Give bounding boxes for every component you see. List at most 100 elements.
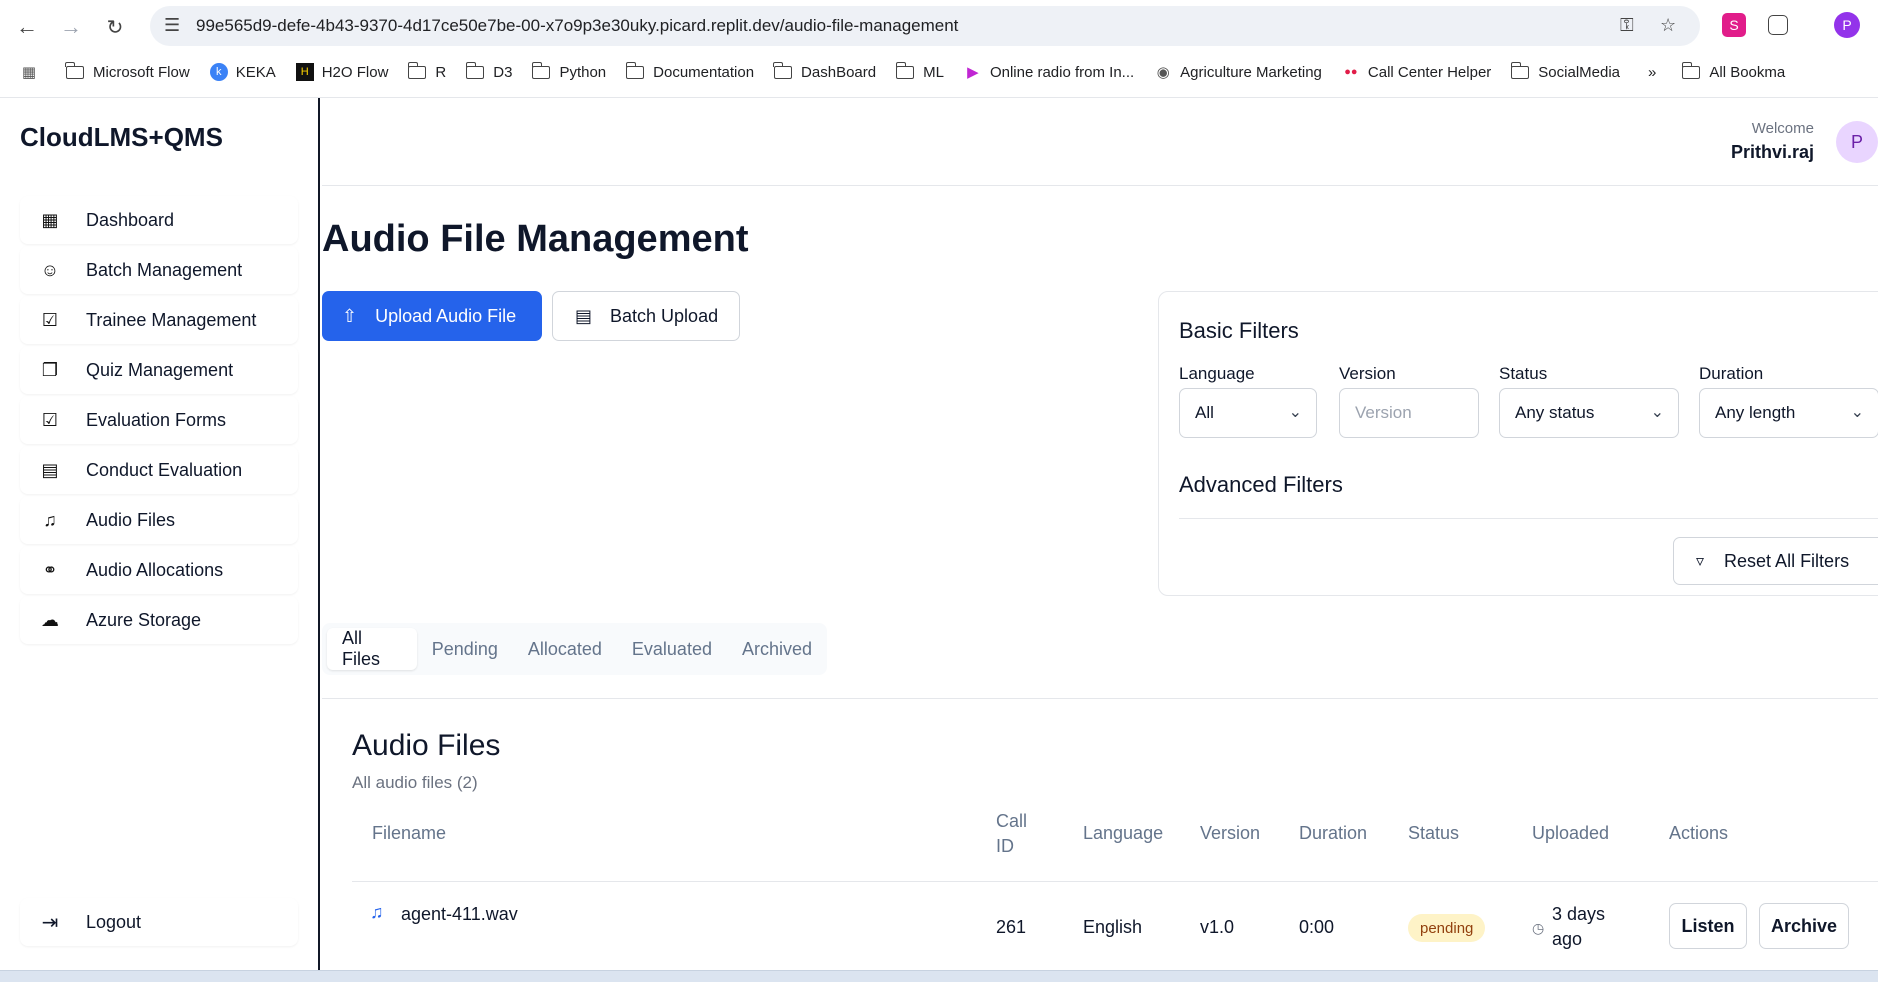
bookmark-item[interactable]: Python: [531, 61, 606, 81]
duration-label: Duration: [1699, 364, 1764, 383]
avatar[interactable]: P: [1836, 121, 1878, 163]
language-select[interactable]: All ⌄: [1179, 388, 1317, 438]
radio-icon: ▶: [967, 64, 979, 81]
tab-allocated[interactable]: Allocated: [513, 628, 617, 670]
folder-icon: [65, 61, 84, 79]
column-header-actions: Actions: [1669, 823, 1729, 843]
sidebar-item-audio-files[interactable]: ♫ Audio Files: [20, 496, 298, 544]
folder-icon: [1510, 61, 1530, 79]
column-header-duration: Duration: [1299, 823, 1368, 843]
bookmark-item[interactable]: ◉ Agriculture Marketing: [1154, 63, 1322, 82]
folder-icon: [1681, 61, 1701, 79]
reload-icon[interactable]: ↻: [100, 12, 130, 42]
bookmark-item[interactable]: R: [407, 61, 446, 81]
tab-archived[interactable]: Archived: [727, 628, 827, 670]
sidebar-item-audio-allocations[interactable]: ⚭ Audio Allocations: [20, 546, 298, 594]
tab-pending[interactable]: Pending: [417, 628, 513, 670]
brand-logo: CloudLMS+QMS: [20, 122, 223, 152]
batch-upload-button[interactable]: ▤ Batch Upload: [552, 291, 740, 341]
sidebar-item-quiz-management[interactable]: ❐ Quiz Management: [20, 346, 298, 394]
sidebar-item-trainee-management[interactable]: ☑ Trainee Management: [20, 296, 298, 344]
sidebar-item-label: Conduct Evaluation: [86, 459, 243, 480]
filter-icon: ▿: [1696, 553, 1705, 570]
bookmark-item[interactable]: ▶ Online radio from In...: [964, 63, 1134, 82]
column-header-uploaded: Uploaded: [1532, 823, 1610, 843]
address-bar[interactable]: ☰ 99e565d9-defe-4b43-9370-4d17ce50e7be-0…: [150, 6, 1700, 46]
sidebar-item-label: Dashboard: [86, 209, 175, 230]
logout-button[interactable]: ⇥ Logout: [20, 898, 298, 946]
bookmark-item[interactable]: ML: [895, 61, 944, 81]
call-id-cell: 261: [996, 917, 1027, 937]
site-settings-icon[interactable]: ☰: [164, 15, 180, 36]
bookmark-item[interactable]: ●● Call Center Helper: [1342, 64, 1491, 81]
bookmark-item[interactable]: H H2O Flow: [295, 63, 388, 81]
audio-files-title: Audio Files: [352, 729, 501, 762]
status-tabs: All Files Pending Allocated Evaluated Ar…: [322, 623, 827, 675]
bookmark-item[interactable]: k KEKA: [209, 63, 276, 81]
cloud-icon: ☁: [41, 609, 59, 630]
advanced-filters-toggle[interactable]: Advanced Filters: [1179, 472, 1343, 498]
duration-cell: 0:00: [1299, 917, 1335, 937]
reset-all-filters-button[interactable]: ▿ Reset All Filters: [1673, 537, 1878, 585]
password-key-icon[interactable]: ⚿: [1620, 15, 1634, 36]
sidebar-item-label: Audio Allocations: [86, 559, 224, 580]
checkbox-icon: ☑: [41, 409, 59, 430]
bookmarks-overflow-button[interactable]: »: [1648, 64, 1656, 81]
profile-avatar[interactable]: P: [1834, 12, 1860, 38]
globe-icon: ◉: [1156, 64, 1170, 81]
filters-card: Basic Filters Language All ⌄ Version Ver…: [1158, 291, 1878, 596]
document-icon: ▤: [41, 459, 59, 480]
extensions-puzzle-icon[interactable]: [1768, 15, 1788, 35]
tab-all-files[interactable]: All Files: [327, 628, 417, 670]
version-input[interactable]: Version: [1339, 388, 1479, 438]
all-bookmarks[interactable]: All Bookma: [1681, 61, 1785, 81]
bookmarks-bar: ▦ Microsoft Flow k KEKA H H2O Flow R D3 Py…: [0, 56, 1878, 88]
status-label: Status: [1499, 364, 1548, 383]
language-cell: English: [1083, 917, 1143, 937]
dashboard-icon: ▦: [41, 209, 59, 230]
sidebar-item-dashboard[interactable]: ▦ Dashboard: [20, 196, 298, 244]
bookmark-item[interactable]: Documentation: [625, 61, 754, 81]
apps-grid-icon[interactable]: ▦: [20, 63, 46, 81]
bookmark-star-icon[interactable]: ☆: [1660, 15, 1676, 36]
audio-file-icon: ♫: [370, 902, 384, 922]
document-icon: ▤: [575, 305, 593, 326]
chevron-down-icon: ⌄: [1650, 404, 1664, 421]
sidebar-item-label: Trainee Management: [86, 309, 257, 330]
bookmark-item[interactable]: D3: [465, 61, 512, 81]
audio-file-icon: ♫: [43, 509, 57, 530]
headphones-icon: ⚭: [42, 559, 58, 580]
folder-icon: [531, 61, 551, 79]
basic-filters-title: Basic Filters: [1179, 318, 1299, 343]
column-header-language: Language: [1083, 823, 1164, 843]
filename-cell: agent-411.wav: [401, 904, 518, 924]
folder-icon: [773, 61, 793, 79]
bookmark-item[interactable]: SocialMedia: [1510, 61, 1620, 81]
sidebar-item-conduct-evaluation[interactable]: ▤ Conduct Evaluation: [20, 446, 298, 494]
os-taskbar: [0, 970, 1878, 982]
clipboard-icon: ☑: [41, 309, 59, 330]
sidebar-item-evaluation-forms[interactable]: ☑ Evaluation Forms: [20, 396, 298, 444]
sidebar-item-azure-storage[interactable]: ☁ Azure Storage: [20, 596, 298, 644]
bookmark-item[interactable]: DashBoard: [773, 61, 876, 81]
upload-audio-file-button[interactable]: ⇧ Upload Audio File: [322, 291, 542, 341]
bookmark-item[interactable]: Microsoft Flow: [65, 61, 190, 81]
duration-select[interactable]: Any length ⌄: [1699, 388, 1878, 438]
welcome-text: Welcome: [1751, 120, 1814, 137]
status-select[interactable]: Any status ⌄: [1499, 388, 1679, 438]
listen-button[interactable]: Listen: [1669, 903, 1747, 949]
back-icon[interactable]: ←: [12, 12, 42, 42]
column-header-filename: Filename: [372, 823, 447, 843]
sidebar-item-batch-management[interactable]: ☺ Batch Management: [20, 246, 298, 294]
forward-icon[interactable]: →: [56, 12, 86, 42]
chevron-down-icon: ⌄: [1850, 404, 1864, 421]
status-badge: pending: [1408, 914, 1486, 942]
divider: [1179, 518, 1878, 519]
extension-s-icon[interactable]: S: [1722, 13, 1746, 37]
column-header-version: Version: [1200, 823, 1261, 843]
sidebar-item-label: Evaluation Forms: [86, 409, 227, 430]
archive-button[interactable]: Archive: [1759, 903, 1849, 949]
keka-icon: k: [209, 63, 228, 81]
language-label: Language: [1179, 364, 1255, 383]
tab-evaluated[interactable]: Evaluated: [617, 628, 727, 670]
